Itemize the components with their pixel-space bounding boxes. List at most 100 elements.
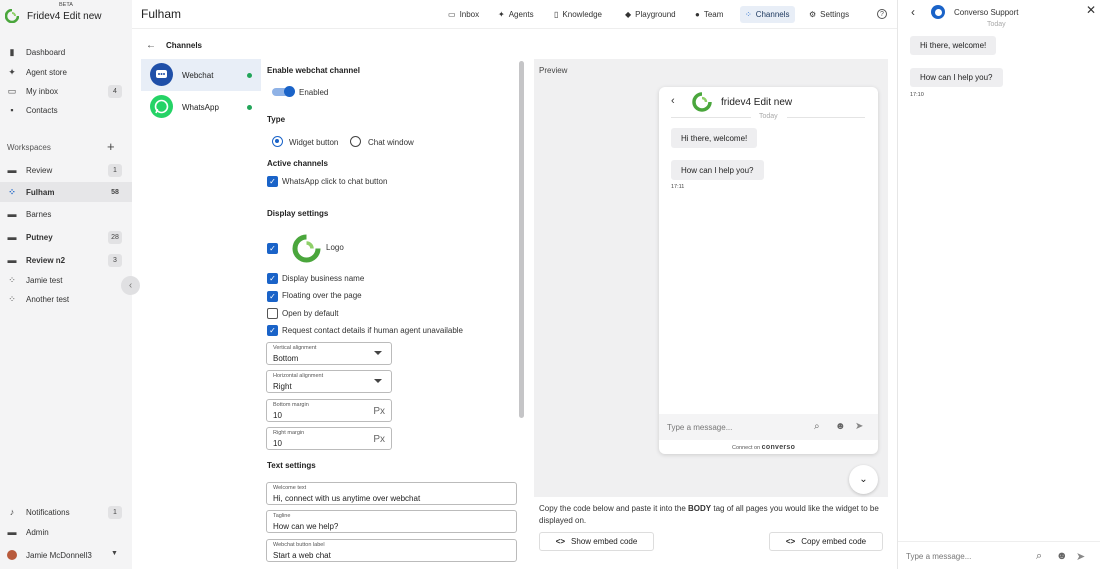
show-embed-code-button[interactable]: <> Show embed code [539,532,654,551]
widget-input[interactable]: Type a message... ⌕ ☻ ➤ [659,414,878,440]
user-name: Jamie McDonnell3 [26,550,92,560]
paperclip-icon[interactable]: ⌕ [1036,550,1042,563]
unit-label: Px [373,406,385,417]
horizontal-alignment-select[interactable]: Horizontal alignment Right [266,370,392,393]
field-label: Right margin [273,430,305,436]
tab-team[interactable]: ● Team [690,6,728,23]
hierarchy-icon: ⁘ [8,274,16,285]
checkbox-display-name[interactable]: ✓ [267,273,278,284]
radio-label: Chat window [368,138,414,147]
tab-settings[interactable]: ⚙ Settings [804,6,854,23]
enabled-label: Enabled [299,88,329,97]
checkbox-open-default[interactable] [267,308,278,319]
emoji-icon[interactable]: ☻ [835,421,846,432]
message-time: 17:10 [910,92,924,98]
channel-label: WhatsApp [182,102,219,112]
user-menu[interactable]: Jamie McDonnell3 ▼ [0,545,132,565]
field-label: Bottom margin [273,402,309,408]
logo-label: Logo [326,243,344,252]
workspace-barnes[interactable]: ▬ Barnes [0,204,132,224]
book-icon: ▯ [554,10,559,19]
close-icon[interactable]: ✕ [1086,3,1096,17]
app-brand[interactable]: Fridev4 Edit new [27,11,101,22]
toggle-knob [284,86,295,97]
chevron-down-icon[interactable]: ⌄ [849,465,878,494]
copy-embed-code-button[interactable]: <> Copy embed code [769,532,883,551]
field-value: Right [273,382,292,391]
nav-notifications[interactable]: ♪ Notifications 1 [0,502,132,522]
back-chevron-icon[interactable]: ‹ [911,5,915,19]
nav-dashboard[interactable]: ▮ Dashboard [0,42,132,62]
form-scrollbar[interactable] [519,61,524,418]
instr-text: Copy the code below and paste it into th… [539,504,688,513]
display-settings-heading: Display settings [267,209,329,218]
radio-label: Widget button [289,138,339,147]
send-icon[interactable]: ➤ [855,421,863,432]
tab-agents[interactable]: ✦ Agents [493,6,539,23]
vertical-alignment-select[interactable]: Vertical alignment Bottom [266,342,392,365]
field-label: Welcome text [273,485,307,491]
hierarchy-icon: ⁘ [8,186,16,197]
workspace-label: Barnes [26,209,52,219]
workspace-jamie-test[interactable]: ⁘ Jamie test [0,270,132,290]
tab-inbox[interactable]: ▭ Inbox [443,6,484,23]
radio-chat-window[interactable] [350,136,361,147]
message-bubble: Hi there, welcome! [671,128,758,148]
checkbox-whatsapp-button[interactable]: ✓ [267,176,278,187]
nav-my-inbox[interactable]: ▭ My inbox 4 [0,81,132,101]
field-label: Vertical alignment [273,345,317,351]
nav-admin[interactable]: ▬ Admin [0,522,132,542]
channel-whatsapp[interactable]: WhatsApp [141,91,261,123]
add-workspace-button[interactable]: + [107,139,115,154]
back-arrow-icon[interactable]: ← [146,40,156,51]
checkbox-label: Open by default [282,309,339,318]
workspace-putney[interactable]: ▬ Putney 28 [0,227,132,247]
paperclip-icon[interactable]: ⌕ [814,421,820,432]
nav-contacts[interactable]: ▪ Contacts [0,100,132,120]
back-chevron-icon[interactable]: ‹ [671,95,675,107]
nav-label: Agent store [26,67,67,77]
help-icon[interactable]: ? [877,9,887,19]
channel-webchat[interactable]: Webchat [141,59,261,91]
workspace-review[interactable]: ▬ Review 1 [0,160,132,180]
tab-knowledge[interactable]: ▯ Knowledge [549,6,607,23]
workspace-label: Putney [26,232,53,242]
button-label-input[interactable]: Webchat button label Start a web chat [266,539,517,562]
tagline-input[interactable]: Tagline How can we help? [266,510,517,533]
send-icon[interactable]: ➤ [1076,550,1085,563]
workspace-fulham[interactable]: ⁘ Fulham 58 [0,182,132,202]
powered-by: Connect on converso [732,444,795,451]
workspace-review-n2[interactable]: ▬ Review n2 3 [0,250,132,270]
bar-chart-icon: ▮ [9,46,15,57]
support-input[interactable]: Type a message... ⌕ ☻ ➤ [898,541,1100,569]
right-margin-input[interactable]: Right margin 10 Px [266,427,392,450]
checkbox-floating[interactable]: ✓ [267,291,278,302]
workspace-another-test[interactable]: ⁘ Another test [0,289,132,309]
bottom-margin-input[interactable]: Bottom margin 10 Px [266,399,392,422]
emoji-icon[interactable]: ☻ [1056,550,1068,562]
checkbox-label: Floating over the page [282,291,362,300]
nav-agent-store[interactable]: ✦ Agent store [0,62,132,82]
nav-label: Dashboard [26,47,66,57]
count-badge: 1 [108,163,122,177]
tab-channels[interactable]: ⁘ Channels [740,6,795,23]
nav-label: Contacts [26,105,58,115]
collapse-sidebar-button[interactable]: ‹ [121,276,140,295]
checkbox-request-contact[interactable]: ✓ [267,325,278,336]
tab-playground[interactable]: ◆ Playground [620,6,681,23]
gamepad-icon: ◆ [625,10,632,19]
chevron-down-icon: ▼ [111,550,118,557]
logo-preview-icon [292,234,321,263]
channels-icon: ⁘ [745,10,752,19]
status-dot [247,104,252,110]
checkbox-logo[interactable]: ✓ [267,243,278,254]
welcome-text-input[interactable]: Welcome text Hi, connect with us anytime … [266,482,517,505]
input-placeholder: Type a message... [667,423,733,432]
message-bubble: Hi there, welcome! [910,36,997,55]
count-badge: 4 [108,84,122,98]
radio-widget-button[interactable] [272,136,283,147]
field-value: 10 [273,411,282,420]
field-value: Start a web chat [273,551,331,560]
enabled-toggle[interactable] [272,86,295,97]
page-title: Fulham [141,7,182,21]
